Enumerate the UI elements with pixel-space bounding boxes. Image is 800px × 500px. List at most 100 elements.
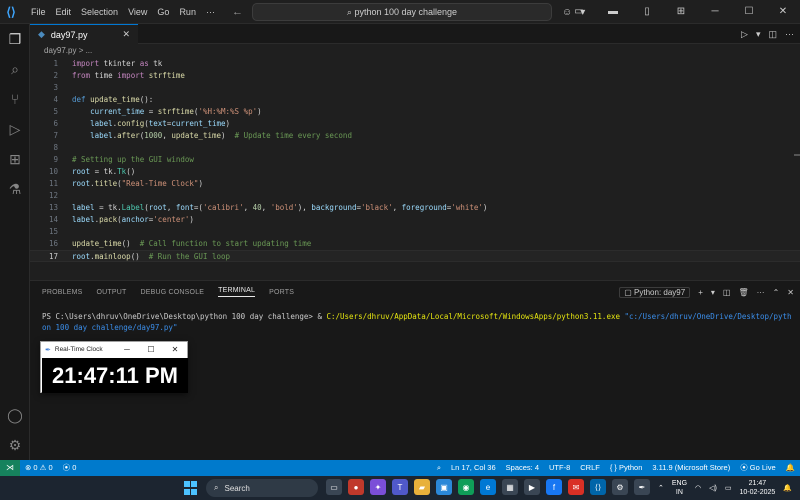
kill-terminal-icon[interactable]: 🗑	[738, 288, 748, 297]
tk-clock-window[interactable]: ✒ Real-Time Clock ─ ☐ ✕ 21:47:11 PM	[40, 341, 188, 393]
command-center-search[interactable]: ⌕ python 100 day challenge	[252, 3, 552, 21]
terminal-selector[interactable]: ▢ Python: day97	[619, 286, 691, 298]
explorer-icon[interactable]: ❐	[0, 24, 30, 54]
social-icon[interactable]: f	[546, 479, 562, 495]
remote-icon[interactable]: ⋊	[0, 460, 20, 476]
maximize-panel-icon[interactable]: ⌃	[773, 288, 780, 297]
run-debug-icon[interactable]: ▷	[0, 114, 30, 144]
zoom-icon[interactable]: ⌕	[432, 460, 446, 476]
end-of-line[interactable]: CRLF	[575, 460, 605, 476]
code-line[interactable]: 1 import tkinter as tk	[30, 58, 800, 70]
python-interpreter[interactable]: 3.11.9 (Microsoft Store)	[647, 460, 735, 476]
wifi-icon[interactable]: ◠	[695, 484, 701, 492]
split-editor-icon[interactable]: ◫	[768, 29, 777, 40]
code-line[interactable]: 7 label.after(1000, update_time) # Updat…	[30, 130, 800, 142]
app-icon[interactable]: ●	[348, 479, 364, 495]
tab-output[interactable]: OUTPUT	[97, 289, 127, 296]
close-tab-icon[interactable]: ✕	[122, 29, 130, 40]
code-line[interactable]: 10 root = tk.Tk()	[30, 166, 800, 178]
code-line[interactable]: 3	[30, 82, 800, 94]
media-icon[interactable]: ▶	[524, 479, 540, 495]
code-line[interactable]: 4 def update_time():	[30, 94, 800, 106]
code-editor[interactable]: 1 import tkinter as tk 2 from time import s…	[30, 58, 800, 280]
mail-icon[interactable]: ✉	[568, 479, 584, 495]
terminal-output[interactable]: PS C:\Users\dhruv\OneDrive\Desktop\pytho…	[42, 311, 794, 333]
tk-maximize-button[interactable]: ☐	[139, 345, 163, 354]
ports-status[interactable]: ⦿ 0	[58, 460, 82, 476]
close-button[interactable]: ✕	[766, 0, 800, 24]
cursor-position[interactable]: Ln 17, Col 36	[446, 460, 501, 476]
layout-panel-right-icon[interactable]: ▯	[630, 0, 664, 24]
tab-terminal[interactable]: TERMINAL	[218, 287, 256, 297]
code-line[interactable]: 16 update_time() # Call function to start…	[30, 238, 800, 250]
tray-chevron-icon[interactable]: ⌃	[658, 484, 664, 492]
layout-panel-bottom-icon[interactable]: ▬	[596, 0, 630, 24]
customize-layout-icon[interactable]: ⊞	[664, 0, 698, 24]
tk-close-button[interactable]: ✕	[163, 345, 187, 354]
layout-panel-left-icon[interactable]: ▭	[562, 0, 596, 24]
code-line[interactable]: 9 # Setting up the GUI window	[30, 154, 800, 166]
indentation[interactable]: Spaces: 4	[501, 460, 544, 476]
menu-more[interactable]: ···	[201, 0, 220, 24]
testing-icon[interactable]: ⚗	[0, 174, 30, 204]
code-line[interactable]: 6 label.config(text=current_time)	[30, 118, 800, 130]
more-actions-icon[interactable]: ···	[757, 288, 765, 297]
go-live-button[interactable]: ⦿ Go Live	[735, 460, 780, 476]
tab-ports[interactable]: PORTS	[269, 289, 294, 296]
maximize-button[interactable]: ☐	[732, 0, 766, 24]
settings-gear-icon[interactable]: ⚙	[0, 430, 30, 460]
tk-minimize-button[interactable]: ─	[115, 345, 139, 354]
new-terminal-icon[interactable]: +	[698, 288, 703, 297]
code-line[interactable]: 14 label.pack(anchor='center')	[30, 214, 800, 226]
source-control-icon[interactable]: ⑂	[0, 84, 30, 114]
notifications-bell-icon[interactable]: 🔔	[781, 460, 800, 476]
photos-icon[interactable]: ▣	[436, 479, 452, 495]
encoding[interactable]: UTF-8	[544, 460, 575, 476]
tab-debug-console[interactable]: DEBUG CONSOLE	[140, 289, 204, 296]
tab-day97[interactable]: ◆ day97.py ✕	[30, 24, 138, 44]
notification-bell-icon[interactable]: 🔔	[783, 484, 792, 492]
file-explorer-icon[interactable]: ▰	[414, 479, 430, 495]
volume-icon[interactable]: ◁)	[709, 484, 717, 492]
clock[interactable]: 21:47 10-02-2025	[739, 479, 775, 497]
problems-status[interactable]: ⊗ 0 ⚠ 0	[20, 460, 58, 476]
vscode-icon[interactable]: ⟨⟩	[590, 479, 606, 495]
code-line[interactable]: 5 current_time = strftime('%H:%M:%S %p')	[30, 106, 800, 118]
extensions-icon[interactable]: ⊞	[0, 144, 30, 174]
search-icon[interactable]: ⌕	[0, 54, 30, 84]
menu-file[interactable]: File	[26, 0, 51, 24]
menu-edit[interactable]: Edit	[51, 0, 77, 24]
run-python-file-icon[interactable]: ▷	[741, 29, 748, 40]
menu-go[interactable]: Go	[152, 0, 174, 24]
more-actions-icon[interactable]: ···	[785, 29, 794, 39]
teams-icon[interactable]: T	[392, 479, 408, 495]
close-panel-icon[interactable]: ✕	[787, 288, 794, 297]
copilot-icon[interactable]: ✦	[370, 479, 386, 495]
account-icon[interactable]: ◯	[0, 400, 30, 430]
scrollbar-marker[interactable]	[794, 154, 800, 156]
code-line[interactable]: 11 root.title("Real-Time Clock")	[30, 178, 800, 190]
language-mode[interactable]: { } Python	[605, 460, 648, 476]
windows-start-icon[interactable]	[184, 481, 198, 495]
code-line[interactable]: 12	[30, 190, 800, 202]
terminal-dropdown-icon[interactable]: ▾	[711, 288, 715, 297]
back-arrow-icon[interactable]: ←	[232, 6, 243, 18]
tab-problems[interactable]: PROBLEMS	[42, 289, 83, 296]
taskbar-search[interactable]: ⌕ Search	[206, 479, 318, 497]
task-view-icon[interactable]: ▭	[326, 479, 342, 495]
code-line[interactable]: 17 root.mainloop() # Run the GUI loop	[30, 250, 800, 262]
code-line[interactable]: 2 from time import strftime	[30, 70, 800, 82]
store-icon[interactable]: ▦	[502, 479, 518, 495]
battery-icon[interactable]: ▭	[725, 484, 732, 492]
breadcrumb[interactable]: day97.py > ...	[30, 44, 800, 58]
menu-selection[interactable]: Selection	[76, 0, 123, 24]
run-dropdown-icon[interactable]: ▾	[756, 29, 761, 40]
python-icon[interactable]: ✒	[634, 479, 650, 495]
language-indicator[interactable]: ENG IN	[672, 479, 687, 497]
code-line[interactable]: 15	[30, 226, 800, 238]
tk-title-bar[interactable]: ✒ Real-Time Clock ─ ☐ ✕	[41, 342, 187, 357]
menu-run[interactable]: Run	[174, 0, 201, 24]
minimize-button[interactable]: ─	[698, 0, 732, 24]
settings-icon[interactable]: ⚙	[612, 479, 628, 495]
code-line[interactable]: 8	[30, 142, 800, 154]
